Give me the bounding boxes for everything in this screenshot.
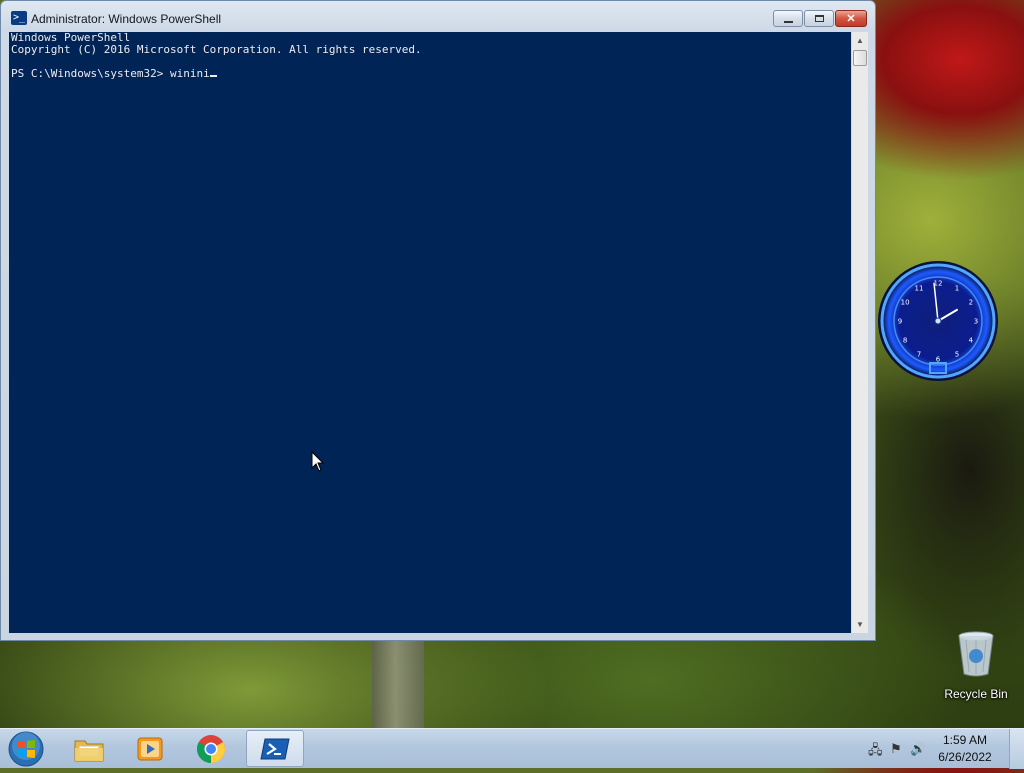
console-output[interactable]: Windows PowerShell Copyright (C) 2016 Mi…	[9, 32, 851, 633]
media-player-icon	[137, 737, 163, 760]
background-stem	[372, 640, 424, 730]
volume-icon[interactable]: 🔊	[910, 741, 926, 757]
console-text: Windows PowerShell Copyright (C) 2016 Mi…	[9, 32, 851, 80]
mouse-pointer-icon	[311, 451, 325, 472]
action-center-flag-icon[interactable]: ⚑	[890, 741, 906, 757]
clock-numeral: 10	[901, 299, 910, 307]
title-bar[interactable]: >_ Administrator: Windows PowerShell ✕	[1, 1, 875, 31]
text-cursor	[209, 75, 217, 77]
clock-numeral: 3	[974, 318, 978, 326]
start-button[interactable]	[6, 730, 46, 768]
powershell-icon[interactable]: >_	[11, 11, 27, 25]
console-input[interactable]: winini	[170, 67, 210, 80]
window-controls: ✕	[773, 10, 867, 27]
restore-button[interactable]	[804, 10, 834, 27]
powershell-icon	[260, 738, 290, 759]
clock-numeral: 4	[969, 337, 974, 345]
console-prompt: PS C:\Windows\system32>	[11, 67, 170, 80]
clock-numeral: 2	[969, 299, 973, 307]
system-tray: 🖧 ⚑ 🔊 1:59 AM 6/26/2022	[854, 729, 1024, 769]
taskbar-powershell[interactable]	[246, 730, 304, 767]
restore-icon	[814, 15, 824, 22]
taskbar-date[interactable]: 6/26/2022	[930, 750, 1000, 764]
close-button[interactable]: ✕	[835, 10, 867, 27]
console-line: Copyright (C) 2016 Microsoft Corporation…	[11, 43, 422, 56]
recycle-bin-label: Recycle Bin	[944, 687, 1008, 701]
vertical-scrollbar[interactable]: ▲ ▼	[851, 32, 868, 633]
recycle-bin[interactable]: Recycle Bin	[940, 630, 1012, 701]
window-title: Administrator: Windows PowerShell	[31, 12, 222, 26]
clock-numeral: 11	[915, 285, 924, 293]
windows-logo-icon	[8, 731, 44, 767]
clock-center-pin	[934, 317, 942, 325]
scroll-down-arrow-icon[interactable]: ▼	[852, 616, 868, 633]
taskbar-explorer[interactable]	[61, 730, 117, 767]
clock-numeral: 7	[917, 350, 921, 358]
recycle-bin-icon	[958, 631, 994, 677]
close-icon: ✕	[846, 13, 856, 25]
clock-numeral: 8	[903, 337, 907, 345]
minimize-button[interactable]	[773, 10, 803, 27]
taskbar-chrome[interactable]	[183, 730, 239, 767]
taskbar-time[interactable]: 1:59 AM	[930, 733, 1000, 747]
network-icon[interactable]: 🖧	[868, 741, 884, 757]
scrollbar-thumb[interactable]	[853, 50, 867, 66]
clock-numeral: 5	[955, 350, 959, 358]
clock-numeral: 9	[898, 318, 902, 326]
scroll-up-arrow-icon[interactable]: ▲	[852, 32, 868, 49]
minimize-icon	[783, 20, 793, 23]
show-desktop-button[interactable]	[1009, 729, 1024, 769]
clock-numeral: 1	[955, 285, 959, 293]
taskbar-media-player[interactable]	[122, 730, 178, 767]
clock-gadget[interactable]: 121234567891011	[876, 259, 1000, 383]
powershell-window[interactable]: >_ Administrator: Windows PowerShell ✕ W…	[0, 0, 876, 641]
taskbar: 🖧 ⚑ 🔊 1:59 AM 6/26/2022	[0, 728, 1024, 769]
folder-icon	[74, 740, 104, 761]
chrome-icon	[197, 734, 225, 763]
